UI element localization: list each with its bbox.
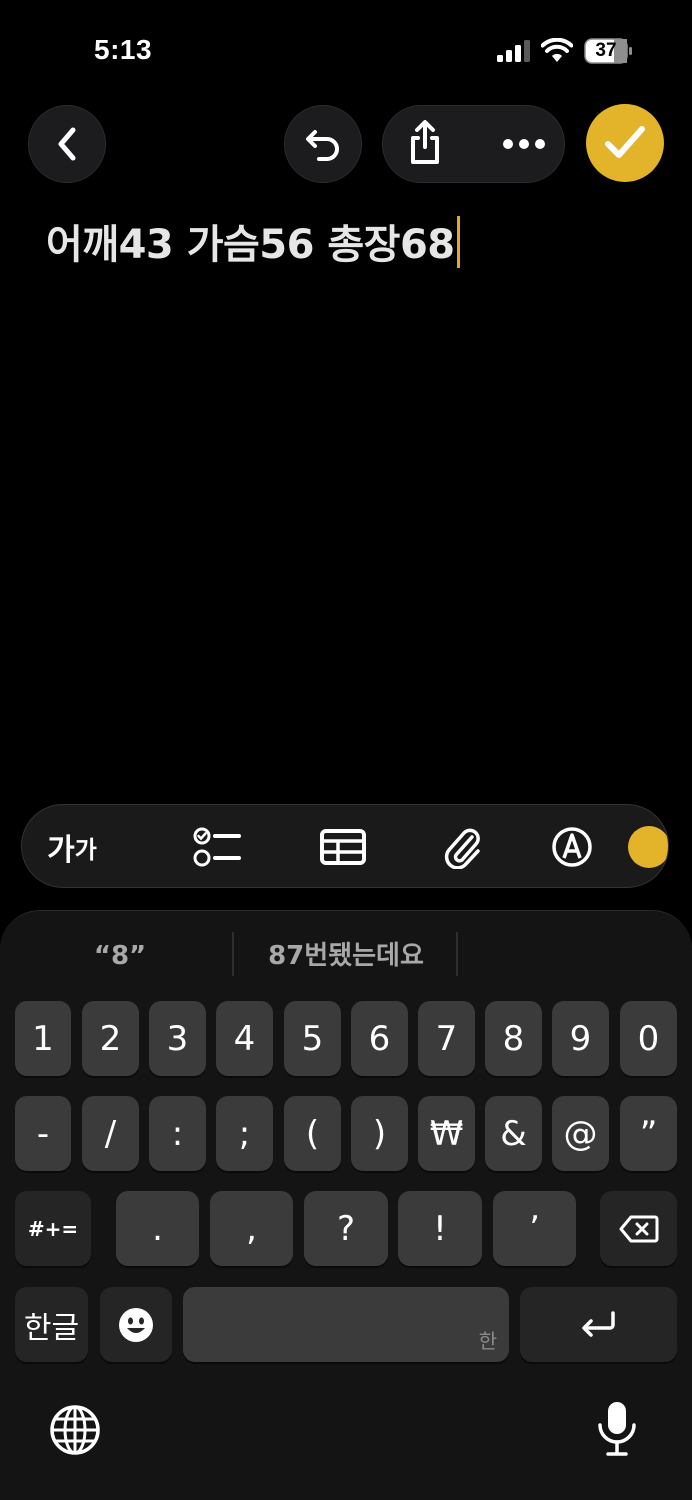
- key-question[interactable]: ?: [304, 1191, 388, 1266]
- writing-tools-icon[interactable]: [628, 826, 668, 868]
- key-5[interactable]: 5: [284, 1001, 341, 1076]
- markup-icon: [552, 827, 592, 867]
- text-style-button[interactable]: 가가: [40, 805, 104, 887]
- attachment-button[interactable]: [420, 805, 504, 887]
- cellular-signal-icon: [497, 40, 530, 62]
- chevron-left-icon: [58, 127, 76, 161]
- ellipsis-icon[interactable]: [501, 134, 547, 154]
- globe-icon[interactable]: [49, 1404, 101, 1456]
- emoji-icon: [119, 1307, 153, 1342]
- text-style-small: 가: [74, 835, 97, 864]
- undo-icon: [306, 130, 339, 161]
- checklist-button[interactable]: [172, 805, 262, 887]
- note-body[interactable]: 어깨43 가슴56 총장68: [46, 212, 460, 270]
- suggestion-divider: [456, 932, 458, 976]
- key-exclamation[interactable]: !: [398, 1191, 482, 1266]
- table-button[interactable]: [302, 805, 384, 887]
- return-icon: [581, 1310, 615, 1337]
- key-won[interactable]: ₩: [418, 1096, 475, 1171]
- key-6[interactable]: 6: [351, 1001, 408, 1076]
- key-1[interactable]: 1: [15, 1001, 71, 1076]
- language-key[interactable]: 한글: [15, 1287, 88, 1362]
- suggestion-2[interactable]: 87번됐는데요: [236, 936, 456, 976]
- key-slash[interactable]: /: [82, 1096, 139, 1171]
- delete-button[interactable]: [600, 1191, 677, 1266]
- key-hyphen[interactable]: -: [15, 1096, 71, 1171]
- share-icon[interactable]: [405, 120, 445, 166]
- space-bar[interactable]: 한: [183, 1287, 509, 1362]
- space-hint: 한: [478, 1329, 497, 1353]
- key-colon[interactable]: :: [149, 1096, 206, 1171]
- undo-button[interactable]: [284, 105, 362, 183]
- wifi-icon: [541, 38, 573, 62]
- battery-icon: 37: [584, 38, 634, 64]
- text-cursor: [456, 216, 460, 268]
- table-icon: [320, 829, 366, 865]
- markup-button[interactable]: [530, 805, 614, 887]
- key-0[interactable]: 0: [620, 1001, 677, 1076]
- key-more-symbols[interactable]: #+=: [15, 1191, 91, 1266]
- done-button[interactable]: [586, 104, 664, 182]
- checkmark-icon: [605, 126, 645, 158]
- key-semicolon[interactable]: ;: [216, 1096, 273, 1171]
- key-at[interactable]: @: [552, 1096, 609, 1171]
- key-open-paren[interactable]: (: [284, 1096, 341, 1171]
- key-4[interactable]: 4: [216, 1001, 273, 1076]
- key-3[interactable]: 3: [149, 1001, 206, 1076]
- status-time: 5:13: [94, 34, 153, 65]
- suggestion-1[interactable]: “8”: [30, 936, 210, 976]
- suggestion-divider: [232, 932, 234, 976]
- back-button[interactable]: [28, 105, 106, 183]
- key-ampersand[interactable]: &: [485, 1096, 542, 1171]
- key-2[interactable]: 2: [82, 1001, 139, 1076]
- checklist-icon: [193, 827, 241, 867]
- status-bar: 5:13 37: [0, 0, 692, 100]
- key-close-paren[interactable]: ): [351, 1096, 408, 1171]
- key-apostrophe[interactable]: ’: [493, 1191, 576, 1266]
- formatting-toolbar: 가가: [21, 804, 669, 888]
- emoji-button[interactable]: [100, 1287, 172, 1362]
- battery-level: 37: [595, 40, 617, 61]
- share-more-group: [382, 105, 565, 183]
- text-style-big: 가: [47, 833, 75, 868]
- key-quote[interactable]: ”: [620, 1096, 677, 1171]
- key-9[interactable]: 9: [552, 1001, 609, 1076]
- paperclip-icon: [444, 828, 480, 869]
- microphone-icon[interactable]: [596, 1400, 638, 1458]
- key-7[interactable]: 7: [418, 1001, 475, 1076]
- return-button[interactable]: [520, 1287, 677, 1362]
- delete-icon: [619, 1215, 658, 1242]
- key-period[interactable]: .: [116, 1191, 199, 1266]
- note-text: 어깨43 가슴56 총장68: [46, 222, 455, 268]
- key-8[interactable]: 8: [485, 1001, 542, 1076]
- key-comma[interactable]: ,: [210, 1191, 293, 1266]
